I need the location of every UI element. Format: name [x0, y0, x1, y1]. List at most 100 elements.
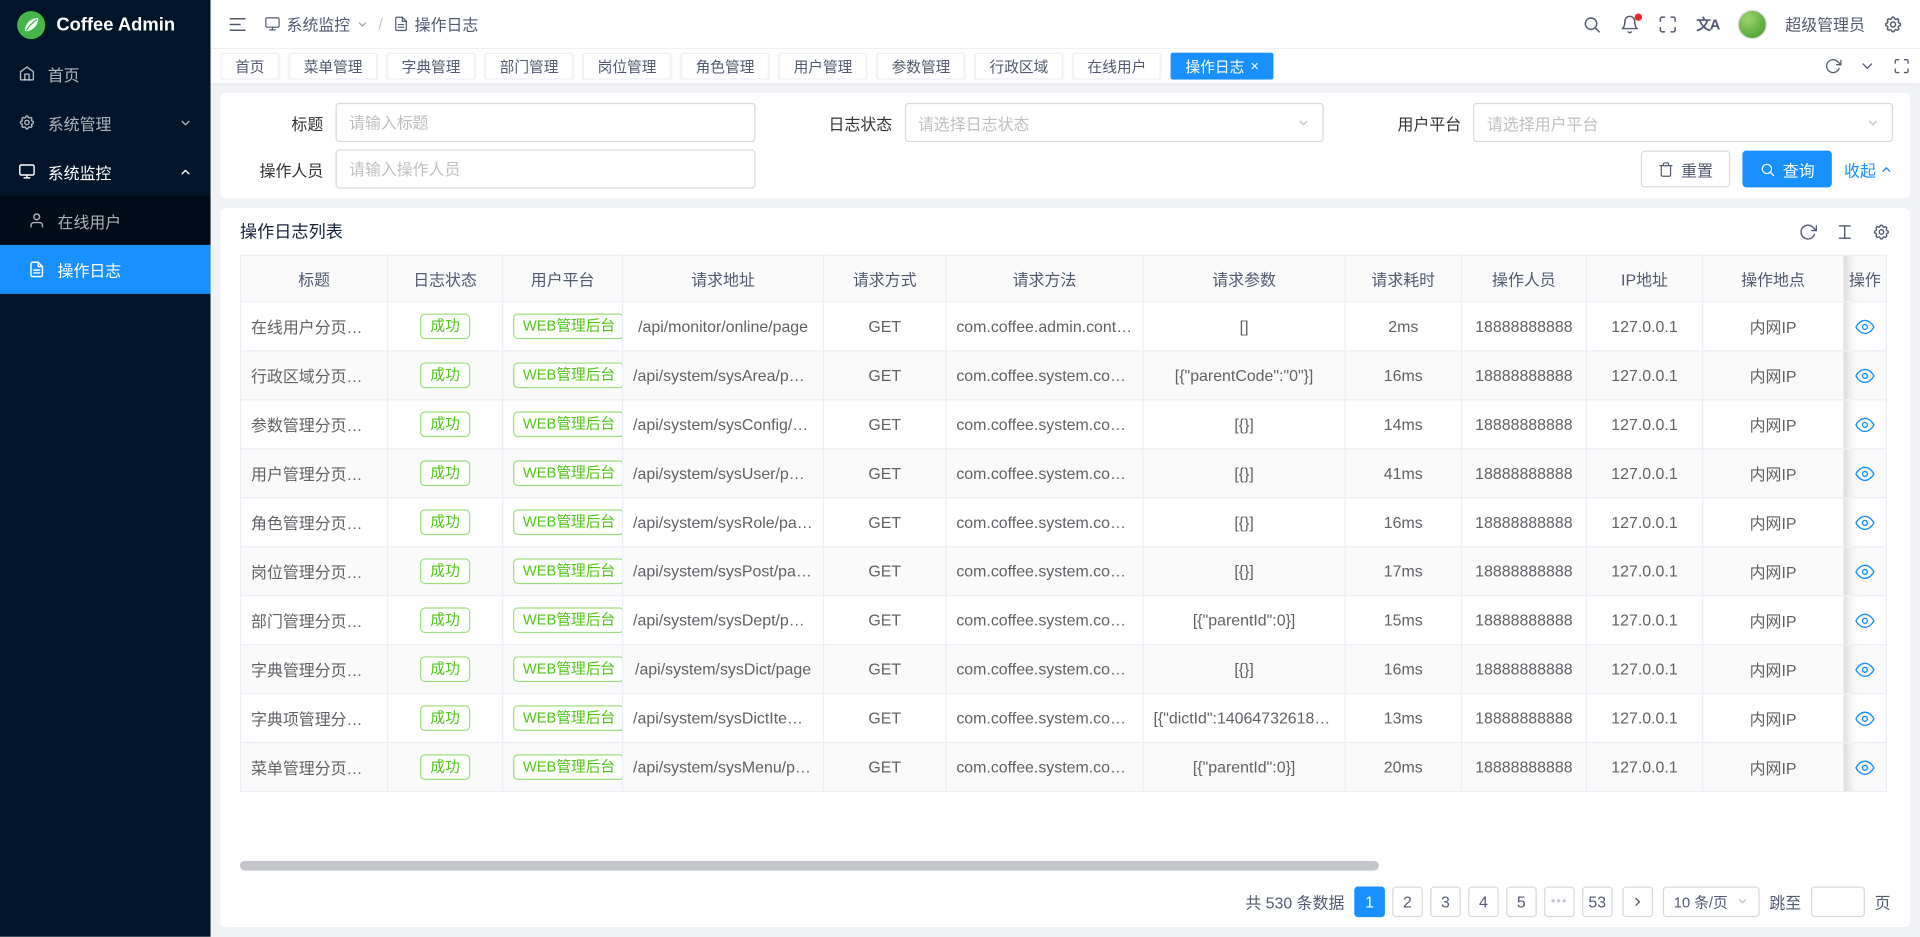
view-detail-eye-icon[interactable]	[1855, 415, 1875, 435]
sidebar-menu: 首页 系统管理 系统监控 在线用户 操作日志	[0, 49, 211, 294]
cell-duration: 20ms	[1345, 743, 1461, 792]
tab[interactable]: 字典管理	[387, 53, 475, 80]
table-row: 字典项管理分页查询 成功 WEB管理后台 /api/system/sysDict…	[241, 694, 1887, 743]
table-column-settings-icon[interactable]	[1872, 222, 1890, 240]
menu-fold-icon[interactable]	[228, 14, 248, 34]
cell-operator: 18888888888	[1461, 449, 1586, 498]
sidebar-item-home[interactable]: 首页	[0, 49, 211, 98]
page-size-select[interactable]: 10 条/页	[1663, 886, 1760, 917]
query-button[interactable]: 查询	[1742, 151, 1831, 188]
tabs-refresh-icon[interactable]	[1824, 58, 1841, 75]
breadcrumb-system-monitor[interactable]: 系统监控	[264, 12, 368, 35]
reset-button[interactable]: 重置	[1641, 151, 1730, 188]
table-row: 行政区域分页查询 成功 WEB管理后台 /api/system/sysArea/…	[241, 351, 1887, 400]
user-platform-select[interactable]: 请选择用户平台	[1473, 103, 1893, 142]
page-button-5[interactable]: 5	[1506, 886, 1537, 917]
view-detail-eye-icon[interactable]	[1855, 464, 1875, 484]
tab-close-icon[interactable]: ×	[1250, 59, 1259, 74]
page-button-3[interactable]: 3	[1430, 886, 1461, 917]
table-density-icon[interactable]	[1836, 222, 1854, 240]
fullscreen-icon[interactable]	[1658, 14, 1678, 34]
cell-duration: 16ms	[1345, 351, 1461, 400]
notification-bell-icon[interactable]	[1620, 14, 1640, 34]
search-icon	[1760, 161, 1776, 177]
page-button-4[interactable]: 4	[1468, 886, 1499, 917]
app-logo[interactable]: Coffee Admin	[0, 0, 211, 49]
page-button-1[interactable]: 1	[1354, 886, 1385, 917]
page-button-53[interactable]: 53	[1582, 886, 1613, 917]
next-page-button[interactable]	[1622, 886, 1653, 917]
cell-title: 岗位管理分页查询	[241, 547, 388, 596]
cell-method: GET	[823, 498, 945, 547]
cell-params: [{"dictId":140647326180950...	[1143, 694, 1345, 743]
title-label: 标题	[238, 111, 324, 134]
chevron-right-icon	[1631, 894, 1644, 907]
view-detail-eye-icon[interactable]	[1855, 562, 1875, 582]
cell-method: GET	[823, 645, 945, 694]
horizontal-scrollbar-thumb[interactable]	[240, 861, 1379, 871]
view-detail-eye-icon[interactable]	[1855, 513, 1875, 533]
log-status-select[interactable]: 请选择日志状态	[904, 103, 1324, 142]
title-input[interactable]	[336, 103, 756, 142]
filter-actions: 重置 查询 收起	[807, 149, 1894, 188]
translate-icon[interactable]: 文A	[1696, 13, 1719, 34]
sidebar-item-online-users[interactable]: 在线用户	[0, 196, 211, 245]
table-row: 字典管理分页查询 成功 WEB管理后台 /api/system/sysDict/…	[241, 645, 1887, 694]
tabbar-actions	[1824, 58, 1910, 75]
sidebar-item-system-management[interactable]: 系统管理	[0, 98, 211, 147]
view-detail-eye-icon[interactable]	[1855, 758, 1875, 778]
tab[interactable]: 用户管理	[779, 53, 867, 80]
tab[interactable]: 首页	[220, 53, 279, 80]
column-header: 操作	[1843, 255, 1886, 302]
collapse-label: 收起	[1844, 157, 1876, 180]
search-icon[interactable]	[1582, 14, 1602, 34]
page-button-2[interactable]: 2	[1392, 886, 1423, 917]
cell-ip: 127.0.0.1	[1586, 547, 1702, 596]
tab[interactable]: 岗位管理	[583, 53, 671, 80]
cell-params: [{"parentId":0}]	[1143, 743, 1345, 792]
view-detail-eye-icon[interactable]	[1855, 366, 1875, 386]
chevron-down-icon	[1297, 116, 1310, 129]
page-ellipsis[interactable]: •••	[1544, 886, 1575, 917]
cell-ip: 127.0.0.1	[1586, 645, 1702, 694]
tab[interactable]: 菜单管理	[289, 53, 377, 80]
view-detail-eye-icon[interactable]	[1855, 317, 1875, 337]
tabs-expand-icon[interactable]	[1893, 58, 1910, 75]
tab[interactable]: 行政区域	[975, 53, 1063, 80]
cell-duration: 16ms	[1345, 498, 1461, 547]
cell-title: 用户管理分页查询	[241, 449, 388, 498]
collapse-toggle[interactable]: 收起	[1844, 157, 1893, 180]
cell-handler: com.coffee.system.controlle...	[946, 694, 1143, 743]
view-detail-eye-icon[interactable]	[1855, 709, 1875, 729]
sidebar-item-operation-logs[interactable]: 操作日志	[0, 245, 211, 294]
status-badge: 成功	[421, 313, 470, 339]
tabs-dropdown-chevron-icon[interactable]	[1859, 58, 1876, 75]
username[interactable]: 超级管理员	[1785, 12, 1865, 35]
cell-location: 内网IP	[1703, 302, 1844, 351]
cell-operator: 18888888888	[1461, 351, 1586, 400]
sidebar-item-system-monitor[interactable]: 系统监控	[0, 147, 211, 196]
jump-page-input[interactable]	[1811, 886, 1865, 917]
settings-gear-icon[interactable]	[1883, 14, 1903, 34]
chevron-down-icon	[179, 116, 192, 129]
horizontal-scrollbar[interactable]	[240, 861, 1891, 871]
tab[interactable]: 部门管理	[485, 53, 573, 80]
status-badge: 成功	[421, 705, 470, 731]
table-refresh-icon[interactable]	[1799, 222, 1817, 240]
cell-url: /api/system/sysRole/page	[623, 498, 824, 547]
tab[interactable]: 操作日志 ×	[1171, 53, 1274, 80]
tab[interactable]: 角色管理	[681, 53, 769, 80]
status-badge: 成功	[421, 509, 470, 535]
tab-label: 行政区域	[990, 56, 1049, 77]
view-detail-eye-icon[interactable]	[1855, 611, 1875, 631]
tab[interactable]: 参数管理	[877, 53, 965, 80]
view-detail-eye-icon[interactable]	[1855, 660, 1875, 680]
tab-label: 角色管理	[696, 56, 755, 77]
cell-params: [{"parentCode":"0"}]	[1143, 351, 1345, 400]
user-avatar[interactable]	[1738, 9, 1767, 38]
tab[interactable]: 在线用户	[1073, 53, 1161, 80]
operator-input[interactable]	[336, 149, 756, 188]
monitor-icon	[264, 16, 280, 32]
sidebar-submenu-system-monitor: 在线用户 操作日志	[0, 196, 211, 294]
table-row: 参数管理分页查询 成功 WEB管理后台 /api/system/sysConfi…	[241, 400, 1887, 449]
